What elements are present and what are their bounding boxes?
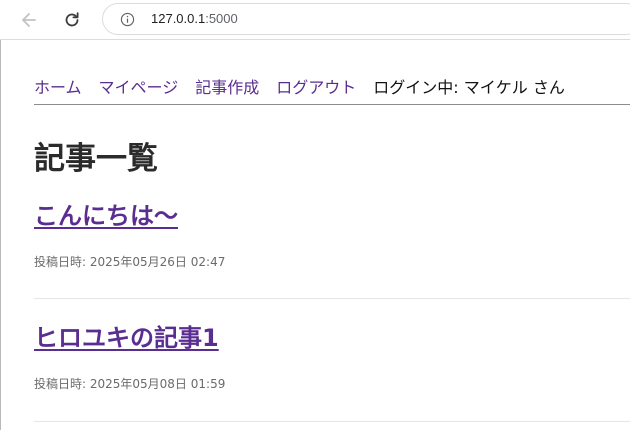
- login-status: ログイン中: マイケル さん: [373, 78, 565, 97]
- page-content: ホーム マイページ 記事作成 ログアウト ログイン中: マイケル さん 記事一覧 こんに…: [0, 40, 630, 430]
- article-item: ヒロユキの記事1 投稿日時: 2025年05月08日 01:59: [34, 318, 630, 422]
- article-title-link[interactable]: こんにちは〜: [34, 196, 630, 231]
- article-item: こんにちは〜 投稿日時: 2025年05月26日 02:47: [34, 196, 630, 299]
- url-port: :5000: [205, 11, 238, 26]
- reload-icon: [65, 12, 79, 27]
- browser-toolbar: 127.0.0.1:5000: [0, 0, 630, 40]
- back-button[interactable]: [15, 6, 43, 34]
- nav-link-home[interactable]: ホーム: [34, 78, 82, 97]
- info-icon[interactable]: [120, 12, 135, 27]
- arrow-left-icon: [22, 13, 36, 27]
- article-date: 投稿日時: 2025年05月26日 02:47: [34, 255, 226, 269]
- url-text[interactable]: 127.0.0.1:5000: [151, 11, 238, 26]
- reload-button[interactable]: [58, 6, 86, 34]
- article-title-link[interactable]: ヒロユキの記事1: [34, 318, 630, 353]
- address-bar[interactable]: 127.0.0.1:5000: [102, 3, 630, 35]
- page-title: 記事一覧: [34, 141, 158, 177]
- site-nav: ホーム マイページ 記事作成 ログアウト ログイン中: マイケル さん: [34, 74, 630, 105]
- nav-link-mypage[interactable]: マイページ: [99, 78, 179, 97]
- article-date: 投稿日時: 2025年05月08日 01:59: [34, 377, 226, 391]
- url-host: 127.0.0.1: [151, 11, 206, 26]
- nav-link-logout[interactable]: ログアウト: [276, 78, 356, 97]
- nav-link-create-article[interactable]: 記事作成: [195, 78, 259, 97]
